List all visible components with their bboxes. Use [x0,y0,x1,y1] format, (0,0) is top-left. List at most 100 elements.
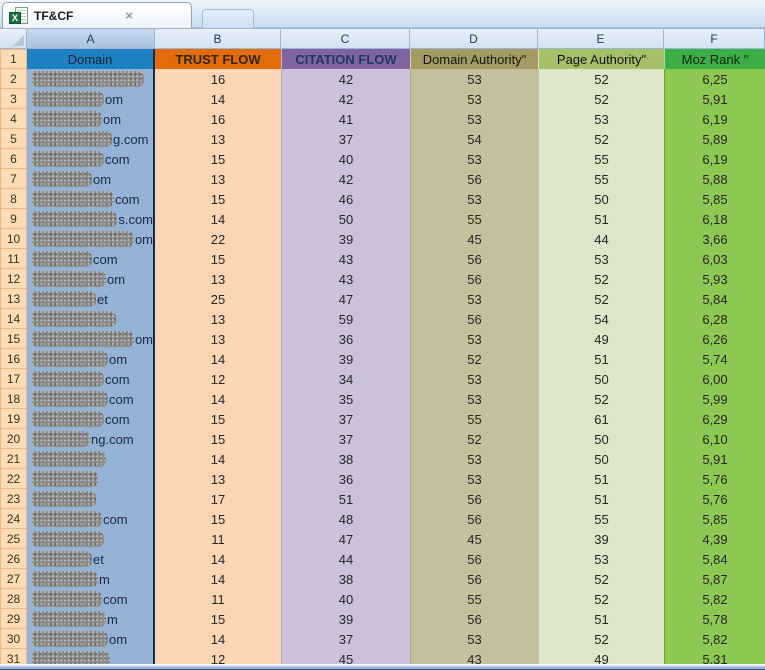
row-header[interactable]: 21 [0,449,27,469]
cell-citation-flow[interactable]: 39 [281,609,410,629]
row-header[interactable]: 22 [0,469,27,489]
cell-domain-authority[interactable]: 55 [410,589,538,609]
cell-domain[interactable]: m [27,569,155,589]
cell-trust-flow[interactable]: 13 [155,169,281,189]
cell-domain-authority[interactable]: 56 [410,569,538,589]
cell-page-authority[interactable]: 51 [538,489,664,509]
cell-domain[interactable] [27,469,155,489]
cell-page-authority[interactable]: 54 [538,309,664,329]
cell-domain-authority[interactable]: 53 [410,189,538,209]
cell-page-authority[interactable]: 55 [538,509,664,529]
cell-page-authority[interactable]: 51 [538,349,664,369]
cell-page-authority[interactable]: 51 [538,609,664,629]
cell-domain[interactable]: ng.com [27,429,155,449]
cell-citation-flow[interactable]: 38 [281,569,410,589]
cell-domain-authority[interactable]: 56 [410,249,538,269]
row-header[interactable]: 12 [0,269,27,289]
cell-citation-flow[interactable]: 59 [281,309,410,329]
cell-trust-flow[interactable]: 15 [155,429,281,449]
cell-moz-rank[interactable]: 6,00 [664,369,765,389]
cell-trust-flow[interactable]: 15 [155,189,281,209]
cell-moz-rank[interactable]: 5,91 [664,449,765,469]
cell-moz-rank[interactable]: 5,85 [664,189,765,209]
cell-trust-flow[interactable]: 12 [155,369,281,389]
cell-trust-flow[interactable]: 14 [155,629,281,649]
cell-moz-rank[interactable]: 6,26 [664,329,765,349]
cell-trust-flow[interactable]: 14 [155,449,281,469]
cell-page-authority[interactable]: 50 [538,429,664,449]
cell-page-authority[interactable]: 52 [538,69,664,89]
row-header[interactable]: 3 [0,89,27,109]
cell-moz-rank[interactable]: 5,91 [664,89,765,109]
row-header[interactable]: 28 [0,589,27,609]
cell-moz-rank[interactable]: 5,99 [664,389,765,409]
cell-page-authority[interactable]: 51 [538,209,664,229]
cell-domain-authority[interactable]: 53 [410,289,538,309]
row-header[interactable]: 26 [0,549,27,569]
cell-domain[interactable]: om [27,89,155,109]
cell-moz-rank[interactable]: 5,85 [664,509,765,529]
active-tab[interactable]: X TF&CF × [2,2,192,28]
cell-citation-flow[interactable]: 43 [281,269,410,289]
column-header-e[interactable]: E [538,28,664,49]
cell-page-authority[interactable]: 50 [538,189,664,209]
cell-domain[interactable]: om [27,169,155,189]
cell-domain[interactable]: com [27,149,155,169]
cell-domain-authority[interactable]: 56 [410,269,538,289]
cell-trust-flow[interactable]: 13 [155,329,281,349]
cell-citation-flow[interactable]: 47 [281,529,410,549]
cell-domain[interactable]: com [27,409,155,429]
cell-citation-flow[interactable]: 36 [281,469,410,489]
cell-page-authority[interactable]: 39 [538,529,664,549]
cell-domain-authority[interactable]: 53 [410,329,538,349]
cell-page-authority[interactable]: 52 [538,629,664,649]
cell-trust-flow[interactable]: 14 [155,549,281,569]
cell-domain-authority[interactable]: 56 [410,489,538,509]
cell-citation-flow[interactable]: 47 [281,289,410,309]
cell-domain-authority[interactable]: 53 [410,89,538,109]
column-header-d[interactable]: D [410,28,538,49]
cell-domain-authority[interactable]: 45 [410,529,538,549]
cell-domain-authority[interactable]: 56 [410,609,538,629]
row-header[interactable]: 5 [0,129,27,149]
cell-domain[interactable]: com [27,189,155,209]
cell-domain[interactable]: com [27,249,155,269]
column-header-b[interactable]: B [155,28,281,49]
cell-domain[interactable]: om [27,109,155,129]
cell-moz-rank[interactable]: 5,78 [664,609,765,629]
row-header[interactable]: 25 [0,529,27,549]
cell-moz-rank[interactable]: 5,84 [664,549,765,569]
row-header[interactable]: 24 [0,509,27,529]
cell-domain[interactable]: om [27,229,155,249]
cell-domain[interactable] [27,449,155,469]
cell-citation-flow[interactable]: 46 [281,189,410,209]
cell-trust-flow[interactable]: 15 [155,149,281,169]
cell-citation-flow[interactable]: 51 [281,489,410,509]
cell-citation-flow[interactable]: 42 [281,69,410,89]
cell-trust-flow[interactable]: 14 [155,569,281,589]
cell-domain[interactable] [27,489,155,509]
cell-citation-flow[interactable]: 37 [281,409,410,429]
row-header[interactable]: 19 [0,409,27,429]
cell-domain-authority[interactable]: 52 [410,349,538,369]
cell-trust-flow[interactable]: 13 [155,129,281,149]
cell-trust-flow[interactable]: 16 [155,69,281,89]
cell-page-authority[interactable]: 51 [538,469,664,489]
cell-trust-flow[interactable]: 15 [155,509,281,529]
cell-trust-flow[interactable]: 11 [155,529,281,549]
row-header[interactable]: 8 [0,189,27,209]
cell-citation-flow[interactable]: 37 [281,129,410,149]
cell-page-authority[interactable]: 50 [538,449,664,469]
cell-moz-rank[interactable]: 5,93 [664,269,765,289]
cell-citation-flow[interactable]: 43 [281,249,410,269]
cell-moz-rank[interactable]: 6,19 [664,109,765,129]
cell-moz-rank[interactable]: 5,82 [664,589,765,609]
cell-page-authority[interactable]: 52 [538,269,664,289]
row-header[interactable]: 10 [0,229,27,249]
cell-page-authority[interactable]: 53 [538,109,664,129]
row-header[interactable]: 9 [0,209,27,229]
cell-trust-flow[interactable]: 25 [155,289,281,309]
cell-page-authority[interactable]: 53 [538,249,664,269]
header-cell-page-authority[interactable]: Page Authority" [538,49,664,69]
cell-page-authority[interactable]: 55 [538,169,664,189]
